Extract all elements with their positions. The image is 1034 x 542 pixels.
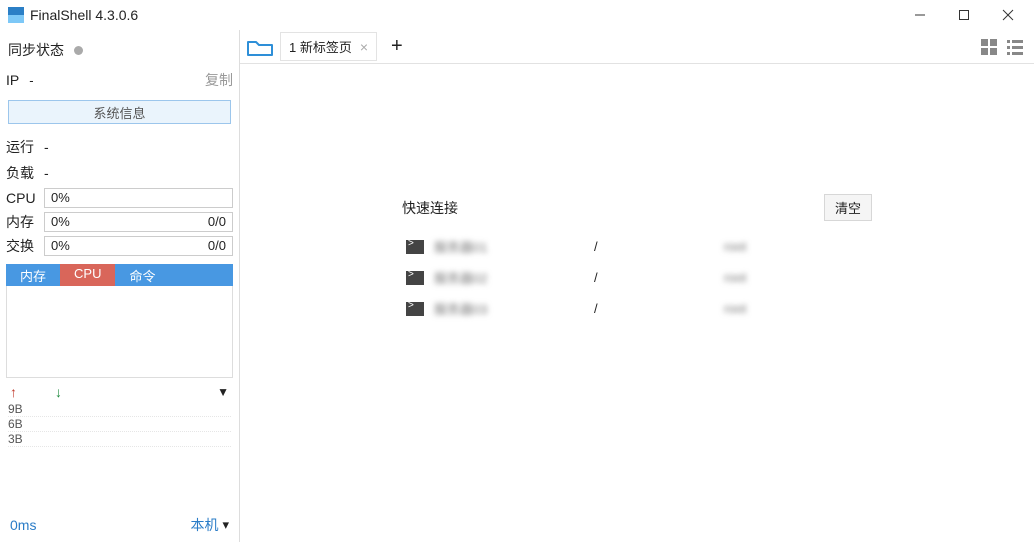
mem-pct: 0%: [51, 214, 70, 229]
topbar: 1 新标签页 × +: [240, 30, 1034, 64]
conn-name: 服务器01: [434, 237, 594, 256]
cpu-pct: 0%: [51, 190, 70, 205]
conn-name: 服务器02: [434, 268, 594, 287]
run-value: -: [44, 139, 233, 155]
sync-status: 同步状态: [6, 34, 233, 68]
ip-value: -: [29, 73, 33, 88]
tab-cmd[interactable]: 命令: [115, 264, 169, 286]
perf-tabs: 内存 CPU 命令: [6, 264, 233, 286]
local-button[interactable]: 本机: [190, 515, 218, 535]
sync-dot-icon: [74, 46, 83, 55]
swap-label: 交换: [6, 236, 44, 256]
app-logo: [8, 7, 24, 23]
load-value: -: [44, 165, 233, 181]
perf-tab-body: [6, 286, 233, 378]
tab-cpu[interactable]: CPU: [60, 264, 115, 286]
conn-path: /: [594, 239, 724, 254]
terminal-icon: [406, 302, 424, 316]
cpu-bar: 0%: [44, 188, 233, 208]
panel-title: 快速连接: [402, 198, 824, 218]
download-icon: ↓: [55, 384, 62, 400]
window-title: FinalShell 4.3.0.6: [30, 7, 898, 23]
list-view-icon[interactable]: [1006, 38, 1024, 56]
close-tab-icon[interactable]: ×: [360, 39, 368, 55]
cpu-label: CPU: [6, 190, 44, 206]
conn-name: 服务器03: [434, 299, 594, 318]
grid-view-icon[interactable]: [980, 38, 998, 56]
sidebar: 同步状态 IP - 复制 系统信息 运行- 负载- CPU 0% 内存 0% 0…: [0, 30, 240, 542]
conn-user: root: [724, 239, 746, 254]
local-dropdown-icon[interactable]: ▾: [222, 517, 229, 533]
load-label: 负载: [6, 163, 44, 183]
terminal-icon: [406, 271, 424, 285]
sync-label: 同步状态: [8, 40, 64, 60]
connection-row[interactable]: 服务器02 / root: [402, 262, 872, 293]
quick-connect-panel: 快速连接 清空 服务器01 / root 服务器02 / root 服务器03 …: [402, 194, 872, 324]
upload-icon: ↑: [10, 384, 17, 400]
copy-button[interactable]: 复制: [205, 70, 233, 90]
net-dropdown-icon[interactable]: ▼: [217, 385, 229, 399]
net-chart-axis: 9B 6B 3B: [6, 402, 233, 447]
system-info-button[interactable]: 系统信息: [8, 100, 231, 124]
folder-icon[interactable]: [246, 36, 274, 58]
swap-pct: 0%: [51, 238, 70, 253]
swap-ratio: 0/0: [208, 238, 226, 253]
close-button[interactable]: [986, 2, 1030, 28]
latency-value: 0ms: [10, 517, 36, 533]
swap-bar: 0% 0/0: [44, 236, 233, 256]
terminal-icon: [406, 240, 424, 254]
titlebar: FinalShell 4.3.0.6: [0, 0, 1034, 30]
clear-button[interactable]: 清空: [824, 194, 872, 221]
maximize-button[interactable]: [942, 2, 986, 28]
mem-label: 内存: [6, 212, 44, 232]
conn-user: root: [724, 301, 746, 316]
mem-bar: 0% 0/0: [44, 212, 233, 232]
tab-mem[interactable]: 内存: [6, 264, 60, 286]
conn-path: /: [594, 301, 724, 316]
run-label: 运行: [6, 137, 44, 157]
conn-path: /: [594, 270, 724, 285]
conn-user: root: [724, 270, 746, 285]
tab-label: 1 新标签页: [289, 37, 352, 56]
connection-row[interactable]: 服务器03 / root: [402, 293, 872, 324]
minimize-button[interactable]: [898, 2, 942, 28]
connection-row[interactable]: 服务器01 / root: [402, 231, 872, 262]
add-tab-button[interactable]: +: [383, 35, 411, 58]
page-tab[interactable]: 1 新标签页 ×: [280, 32, 377, 61]
ip-label: IP: [6, 72, 19, 88]
mem-ratio: 0/0: [208, 214, 226, 229]
